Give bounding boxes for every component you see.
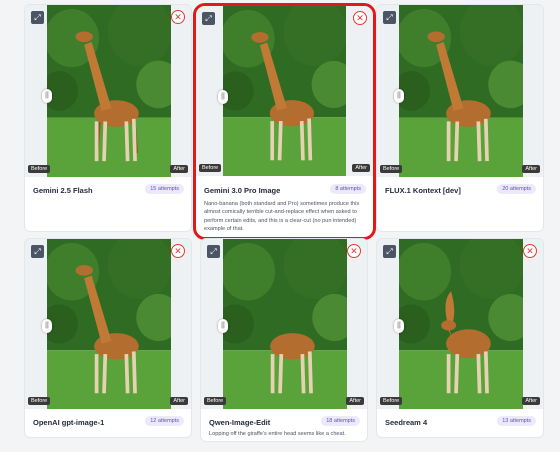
attempts-badge: 15 attempts xyxy=(145,184,184,194)
model-card-flux-kontext: ⤢ || Before After FLUX.1 Kontext [dev] 2… xyxy=(376,4,544,232)
attempts-badge: 8 attempts xyxy=(330,184,366,194)
giraffe-photo xyxy=(47,5,171,177)
expand-icon[interactable]: ⤢ xyxy=(202,12,215,25)
model-card-seedream-4: ⤢ ✕ || Before After Seedream 4 13 attemp… xyxy=(376,238,544,438)
before-label: Before xyxy=(380,165,403,173)
attempts-badge: 20 attempts xyxy=(497,184,536,194)
model-card-gemini-2-5-flash: ⤢ ✕ || Before After Gemini 2.5 Flash 15 … xyxy=(24,4,192,232)
model-card-gemini-3-pro-image: ⤢ ✕ || Before After Gemini 3.0 Pro Image… xyxy=(193,3,376,240)
model-title: Gemini 3.0 Pro Image xyxy=(204,186,281,195)
attempts-badge: 12 attempts xyxy=(145,416,184,426)
before-label: Before xyxy=(28,397,51,405)
expand-icon[interactable]: ⤢ xyxy=(383,11,396,24)
model-title: Gemini 2.5 Flash xyxy=(33,186,93,195)
before-label: Before xyxy=(28,165,51,173)
expand-icon[interactable]: ⤢ xyxy=(31,245,44,258)
model-title: Seedream 4 xyxy=(385,418,428,427)
drag-handle-icon[interactable]: || xyxy=(218,319,228,333)
model-description: Lopping off the giraffe's entire head se… xyxy=(209,431,346,437)
comparison-image[interactable]: ⤢ ✕ || Before After xyxy=(196,6,373,176)
after-label: After xyxy=(522,397,540,405)
model-description: Nano-banana (both standard and Pro) some… xyxy=(204,201,360,233)
giraffe-photo xyxy=(399,239,523,409)
after-label: After xyxy=(170,397,188,405)
after-label: After xyxy=(522,165,540,173)
giraffe-photo xyxy=(399,5,523,177)
close-circle-icon[interactable]: ✕ xyxy=(347,244,361,258)
after-label: After xyxy=(352,164,370,172)
close-circle-icon[interactable]: ✕ xyxy=(523,244,537,258)
before-label: Before xyxy=(199,164,222,172)
comparison-image[interactable]: ⤢ ✕ || Before After xyxy=(25,239,191,409)
drag-handle-icon[interactable]: || xyxy=(394,89,404,103)
comparison-image[interactable]: ⤢ ✕ || Before After xyxy=(377,239,543,409)
model-title: FLUX.1 Kontext [dev] xyxy=(385,186,461,195)
close-circle-icon[interactable]: ✕ xyxy=(171,244,185,258)
expand-icon[interactable]: ⤢ xyxy=(207,245,220,258)
expand-icon[interactable]: ⤢ xyxy=(383,245,396,258)
after-label: After xyxy=(170,165,188,173)
drag-handle-icon[interactable]: || xyxy=(394,319,404,333)
model-title: OpenAI gpt-image-1 xyxy=(33,418,105,427)
giraffe-photo xyxy=(223,239,347,409)
model-title: Qwen-Image-Edit xyxy=(209,418,271,427)
giraffe-photo xyxy=(223,6,346,176)
drag-handle-icon[interactable]: || xyxy=(42,89,52,103)
close-circle-icon[interactable]: ✕ xyxy=(353,11,367,25)
giraffe-photo xyxy=(47,239,171,409)
model-card-qwen-image-edit: ⤢ ✕ || Before After Qwen-Image-Edit 18 a… xyxy=(200,238,368,442)
before-label: Before xyxy=(204,397,227,405)
drag-handle-icon[interactable]: || xyxy=(42,319,52,333)
attempts-badge: 13 attempts xyxy=(497,416,536,426)
expand-icon[interactable]: ⤢ xyxy=(31,11,44,24)
drag-handle-icon[interactable]: || xyxy=(218,90,228,104)
comparison-image[interactable]: ⤢ ✕ || Before After xyxy=(25,5,191,177)
before-label: Before xyxy=(380,397,403,405)
close-circle-icon[interactable]: ✕ xyxy=(171,10,185,24)
comparison-image[interactable]: ⤢ ✕ || Before After xyxy=(201,239,367,409)
comparison-image[interactable]: ⤢ || Before After xyxy=(377,5,543,177)
attempts-badge: 18 attempts xyxy=(321,416,360,426)
model-card-openai-gpt-image-1: ⤢ ✕ || Before After OpenAI gpt-image-1 1… xyxy=(24,238,192,438)
after-label: After xyxy=(346,397,364,405)
